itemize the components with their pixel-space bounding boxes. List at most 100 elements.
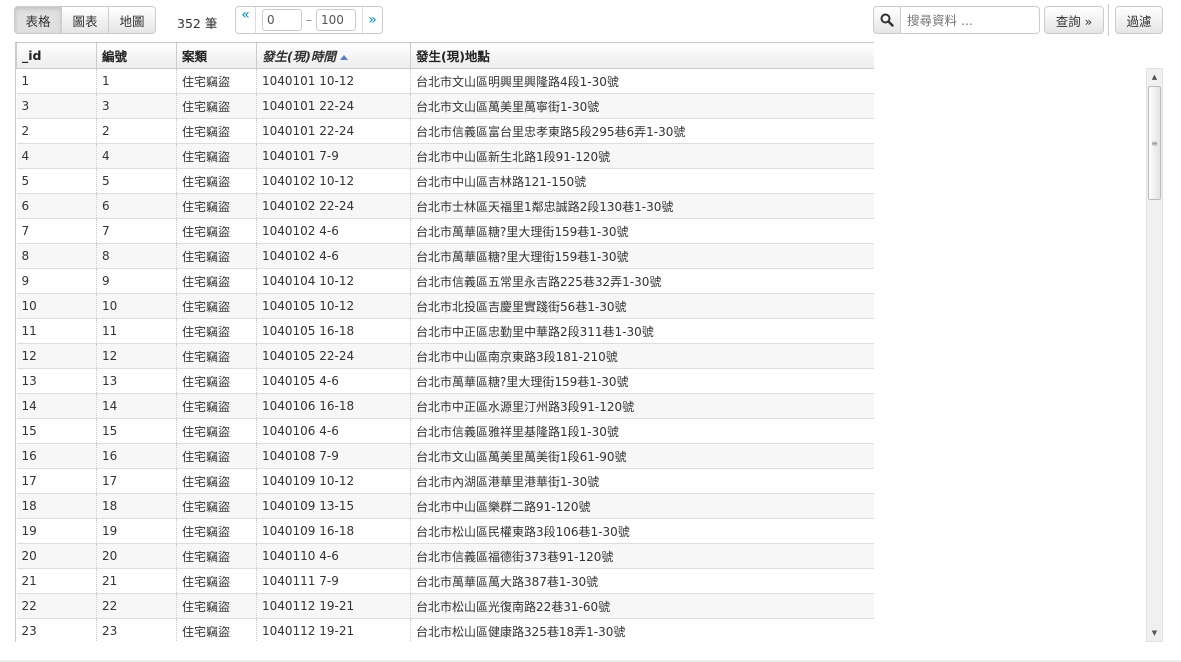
cell-location: 台北市內湖區港華里港華街1-30號: [410, 468, 874, 494]
tab-map-view[interactable]: 地圖: [108, 6, 156, 34]
cell-number: 20: [96, 543, 177, 569]
column-header-number[interactable]: 編號: [96, 42, 177, 69]
column-header-id[interactable]: _id: [16, 42, 97, 69]
cell-case-type: 住宅竊盜: [176, 68, 257, 94]
cell-id: 13: [16, 368, 97, 394]
table-row[interactable]: 5 5 住宅竊盜 1040102 10-12 台北市中山區吉林路121-150號: [16, 168, 874, 194]
cell-number: 15: [96, 418, 177, 444]
table-row[interactable]: 21 21 住宅竊盜 1040111 7-9 台北市萬華區萬大路387巷1-30號: [16, 568, 874, 594]
cell-case-type: 住宅竊盜: [176, 193, 257, 219]
cell-case-type: 住宅竊盜: [176, 318, 257, 344]
pager-from-input[interactable]: [262, 9, 302, 31]
cell-case-type: 住宅竊盜: [176, 443, 257, 469]
cell-time: 1040106 16-18: [256, 393, 411, 419]
cell-location: 台北市萬華區糖?里大理街159巷1-30號: [410, 243, 874, 269]
cell-id: 19: [16, 518, 97, 544]
column-header-case-type[interactable]: 案類: [176, 42, 257, 69]
table-row[interactable]: 17 17 住宅竊盜 1040109 10-12 台北市內湖區港華里港華街1-30號: [16, 468, 874, 494]
cell-number: 10: [96, 293, 177, 319]
cell-id: 20: [16, 543, 97, 569]
table-row[interactable]: 8 8 住宅竊盜 1040102 4-6 台北市萬華區糖?里大理街159巷1-30號: [16, 243, 874, 269]
tab-table-view[interactable]: 表格: [14, 6, 62, 34]
table-row[interactable]: 20 20 住宅竊盜 1040110 4-6 台北市信義區福德街373巷91-120號: [16, 543, 874, 569]
table-row[interactable]: 14 14 住宅竊盜 1040106 16-18 台北市中正區水源里汀州路3段91-12…: [16, 393, 874, 419]
column-header-location[interactable]: 發生(現)地點: [410, 42, 874, 69]
scroll-down-arrow-icon[interactable]: ▼: [1147, 625, 1162, 641]
cell-case-type: 住宅竊盜: [176, 218, 257, 244]
cell-time: 1040109 10-12: [256, 468, 411, 494]
cell-location: 台北市萬華區萬大路387巷1-30號: [410, 568, 874, 594]
table-row[interactable]: 2 2 住宅竊盜 1040101 22-24 台北市信義區富台里忠孝東路5段295巷6弄…: [16, 118, 874, 144]
cell-time: 1040102 4-6: [256, 218, 411, 244]
cell-case-type: 住宅竊盜: [176, 468, 257, 494]
table-row[interactable]: 9 9 住宅竊盜 1040104 10-12 台北市信義區五常里永吉路225巷32弄1-…: [16, 268, 874, 294]
cell-number: 11: [96, 318, 177, 344]
filter-button[interactable]: 過濾: [1115, 6, 1163, 34]
table-row[interactable]: 10 10 住宅竊盜 1040105 10-12 台北市北投區吉慶里實踐街56巷1-30…: [16, 293, 874, 319]
cell-time: 1040112 19-21: [256, 618, 411, 642]
cell-case-type: 住宅竊盜: [176, 543, 257, 569]
search-input[interactable]: [901, 6, 1040, 34]
cell-location: 台北市信義區雅祥里基隆路1段1-30號: [410, 418, 874, 444]
cell-case-type: 住宅竊盜: [176, 168, 257, 194]
cell-time: 1040109 13-15: [256, 493, 411, 519]
cell-id: 4: [16, 143, 97, 169]
table-row[interactable]: 1 1 住宅竊盜 1040101 10-12 台北市文山區明興里興隆路4段1-30號: [16, 68, 874, 94]
search-icon[interactable]: [873, 6, 901, 34]
table-row[interactable]: 3 3 住宅竊盜 1040101 22-24 台北市文山區萬美里萬寧街1-30號: [16, 93, 874, 119]
scrollbar-thumb[interactable]: ≡: [1148, 86, 1161, 200]
cell-id: 10: [16, 293, 97, 319]
cell-number: 4: [96, 143, 177, 169]
cell-case-type: 住宅竊盜: [176, 393, 257, 419]
cell-id: 18: [16, 493, 97, 519]
cell-id: 14: [16, 393, 97, 419]
search-box: [873, 6, 1040, 34]
cell-location: 台北市中山區吉林路121-150號: [410, 168, 874, 194]
cell-case-type: 住宅竊盜: [176, 143, 257, 169]
cell-id: 8: [16, 243, 97, 269]
table-row[interactable]: 18 18 住宅竊盜 1040109 13-15 台北市中山區樂群二路91-120號: [16, 493, 874, 519]
cell-time: 1040101 7-9: [256, 143, 411, 169]
pager-prev-button[interactable]: «: [236, 7, 256, 33]
query-button[interactable]: 查詢 »: [1044, 6, 1104, 34]
cell-location: 台北市中山區南京東路3段181-210號: [410, 343, 874, 369]
pager-next-button[interactable]: »: [362, 7, 382, 33]
pager-to-input[interactable]: [316, 9, 356, 31]
vertical-scrollbar[interactable]: ▲ ≡ ▼: [1146, 68, 1163, 642]
cell-case-type: 住宅竊盜: [176, 268, 257, 294]
table-row[interactable]: 12 12 住宅竊盜 1040105 22-24 台北市中山區南京東路3段181-210…: [16, 343, 874, 369]
tab-chart-view[interactable]: 圖表: [61, 6, 109, 34]
cell-number: 16: [96, 443, 177, 469]
cell-case-type: 住宅竊盜: [176, 118, 257, 144]
cell-number: 22: [96, 593, 177, 619]
cell-id: 5: [16, 168, 97, 194]
cell-location: 台北市中正區水源里汀州路3段91-120號: [410, 393, 874, 419]
table-row[interactable]: 11 11 住宅竊盜 1040105 16-18 台北市中正區忠勤里中華路2段311巷1…: [16, 318, 874, 344]
table-row[interactable]: 19 19 住宅竊盜 1040109 16-18 台北市松山區民權東路3段106巷1-3…: [16, 518, 874, 544]
cell-location: 台北市中正區忠勤里中華路2段311巷1-30號: [410, 318, 874, 344]
cell-location: 台北市士林區天福里1鄰忠誠路2段130巷1-30號: [410, 193, 874, 219]
cell-case-type: 住宅竊盜: [176, 368, 257, 394]
cell-case-type: 住宅竊盜: [176, 618, 257, 642]
table-row[interactable]: 23 23 住宅竊盜 1040112 19-21 台北市松山區健康路325巷18弄1-3…: [16, 618, 874, 642]
cell-id: 23: [16, 618, 97, 642]
cell-number: 23: [96, 618, 177, 642]
cell-id: 17: [16, 468, 97, 494]
table-row[interactable]: 15 15 住宅竊盜 1040106 4-6 台北市信義區雅祥里基隆路1段1-30號: [16, 418, 874, 444]
table-row[interactable]: 6 6 住宅竊盜 1040102 22-24 台北市士林區天福里1鄰忠誠路2段130巷1…: [16, 193, 874, 219]
table-row[interactable]: 7 7 住宅竊盜 1040102 4-6 台北市萬華區糖?里大理街159巷1-30號: [16, 218, 874, 244]
column-header-time[interactable]: 發生(現)時間: [256, 42, 411, 69]
table-row[interactable]: 22 22 住宅竊盜 1040112 19-21 台北市松山區光復南路22巷31-60號: [16, 593, 874, 619]
cell-time: 1040101 22-24: [256, 93, 411, 119]
cell-time: 1040102 10-12: [256, 168, 411, 194]
cell-case-type: 住宅竊盜: [176, 293, 257, 319]
table-row[interactable]: 4 4 住宅竊盜 1040101 7-9 台北市中山區新生北路1段91-120號: [16, 143, 874, 169]
table-row[interactable]: 16 16 住宅竊盜 1040108 7-9 台北市文山區萬美里萬美街1段61-90號: [16, 443, 874, 469]
cell-time: 1040102 22-24: [256, 193, 411, 219]
cell-location: 台北市北投區吉慶里實踐街56巷1-30號: [410, 293, 874, 319]
table-row[interactable]: 13 13 住宅竊盜 1040105 4-6 台北市萬華區糖?里大理街159巷1-30號: [16, 368, 874, 394]
cell-time: 1040109 16-18: [256, 518, 411, 544]
cell-number: 5: [96, 168, 177, 194]
scroll-up-arrow-icon[interactable]: ▲: [1147, 69, 1162, 85]
cell-id: 15: [16, 418, 97, 444]
